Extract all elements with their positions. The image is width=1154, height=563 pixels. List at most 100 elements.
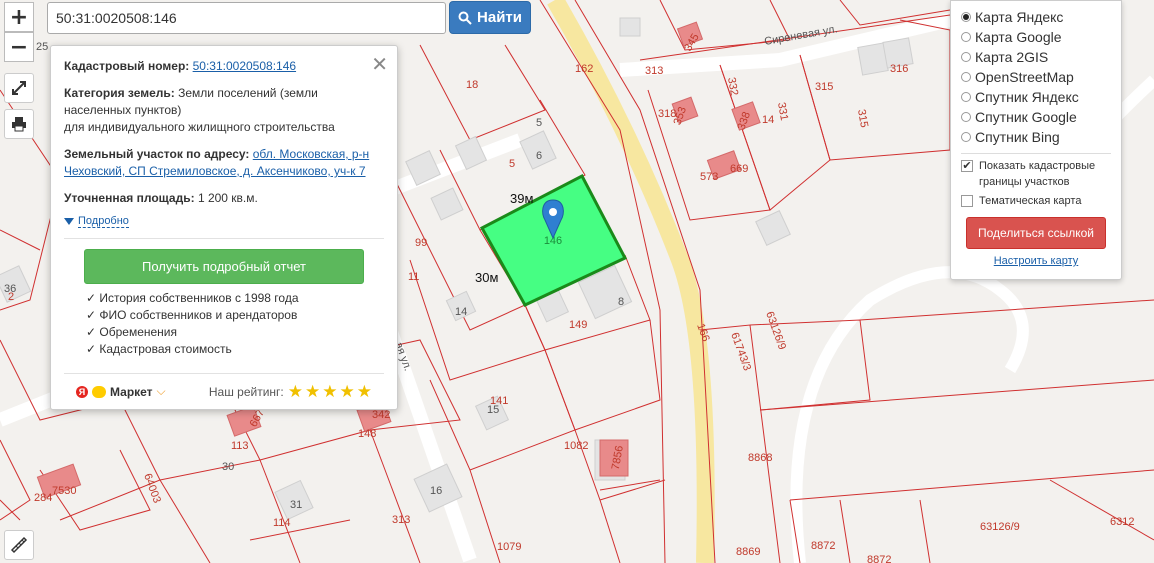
star-icon: ★: [356, 381, 372, 401]
layer-label: OpenStreetMap: [975, 69, 1074, 85]
radio-icon: [961, 132, 971, 142]
layer-label: Карта Google: [975, 29, 1062, 45]
svg-text:8872: 8872: [867, 554, 891, 563]
radio-icon: [961, 72, 971, 82]
search-button-label: Найти: [477, 9, 522, 26]
more-details-toggle[interactable]: Подробно: [64, 215, 384, 228]
svg-text:113: 113: [231, 440, 249, 452]
svg-text:5: 5: [509, 158, 515, 170]
layer-switcher: Карта Яндекс Карта Google Карта 2GIS Ope…: [950, 0, 1122, 280]
close-icon[interactable]: ✕: [371, 52, 388, 76]
fullscreen-button[interactable]: [4, 73, 34, 103]
rating: Наш рейтинг: ★ ★ ★ ★ ★: [208, 381, 372, 401]
area-label: Уточненная площадь:: [64, 191, 195, 205]
area-value: 1 200 кв.м.: [197, 191, 258, 205]
layer-option-bing-satellite[interactable]: Спутник Bing: [961, 127, 1111, 147]
radio-icon: [961, 52, 971, 62]
popup-footer: Я Маркет ⌵ Наш рейтинг: ★ ★ ★ ★ ★: [64, 373, 384, 409]
layer-label: Карта Яндекс: [975, 9, 1064, 25]
get-report-button[interactable]: Получить подробный отчет: [84, 249, 364, 284]
svg-text:6312: 6312: [1110, 516, 1134, 528]
svg-text:31: 31: [290, 499, 302, 511]
svg-text:18: 18: [466, 79, 478, 91]
category-use: для индивидуального жилищного строительс…: [64, 120, 335, 134]
search-input[interactable]: [47, 2, 446, 34]
svg-text:573: 573: [700, 171, 718, 183]
svg-text:8: 8: [618, 296, 624, 308]
category-label: Категория земель:: [64, 86, 175, 100]
layer-option-yandex-map[interactable]: Карта Яндекс: [961, 7, 1111, 27]
popup-divider: [64, 238, 384, 239]
svg-text:7530: 7530: [52, 485, 76, 497]
star-icon: ★: [287, 381, 303, 401]
layer-label: Спутник Google: [975, 109, 1077, 125]
svg-text:148: 148: [358, 428, 376, 440]
printer-icon: [12, 117, 26, 132]
cadastral-row: Кадастровый номер: 50:31:0020508:146: [64, 58, 384, 75]
feature-item: Обременения: [86, 324, 384, 341]
feature-item: ФИО собственников и арендаторов: [86, 307, 384, 324]
market-link[interactable]: Я Маркет ⌵: [76, 384, 166, 399]
rating-stars: ★ ★ ★ ★ ★: [287, 381, 372, 401]
svg-text:11: 11: [408, 271, 419, 283]
address-row: Земельный участок по адресу: обл. Москов…: [64, 146, 384, 180]
svg-text:16: 16: [430, 485, 442, 497]
feature-item: История собственников с 1998 года: [86, 290, 384, 307]
layer-option-osm[interactable]: OpenStreetMap: [961, 67, 1111, 87]
layer-label: Карта 2GIS: [975, 49, 1049, 65]
radio-icon: [961, 32, 971, 42]
search-button[interactable]: Найти: [449, 1, 531, 34]
svg-text:315: 315: [815, 81, 833, 93]
report-features-list: История собственников с 1998 года ФИО со…: [86, 290, 384, 358]
category-row: Категория земель: Земли поселений (земли…: [64, 85, 384, 136]
show-borders-checkbox[interactable]: ✔ Показать кадастровые границы участков: [961, 158, 1111, 190]
svg-text:8868: 8868: [748, 452, 772, 464]
ruler-button[interactable]: [4, 530, 34, 560]
svg-text:63126/9: 63126/9: [980, 521, 1020, 533]
checkbox-checked-icon: ✔: [961, 160, 973, 172]
zoom-out-button[interactable]: −: [4, 32, 34, 62]
svg-text:6: 6: [536, 150, 542, 162]
svg-text:30: 30: [222, 461, 234, 473]
radio-icon: [961, 92, 971, 102]
zoom-in-button[interactable]: +: [4, 2, 34, 32]
cadastral-label: Кадастровый номер:: [64, 59, 190, 73]
svg-text:5: 5: [536, 117, 542, 129]
svg-text:149: 149: [569, 319, 587, 331]
layer-option-yandex-satellite[interactable]: Спутник Яндекс: [961, 87, 1111, 107]
svg-text:14: 14: [455, 306, 467, 318]
svg-text:316: 316: [890, 63, 908, 75]
share-link-button[interactable]: Поделиться ссылкой: [966, 217, 1106, 249]
svg-text:342: 342: [372, 409, 390, 421]
svg-text:8869: 8869: [736, 546, 760, 558]
thematic-map-checkbox[interactable]: Тематическая карта: [961, 193, 1111, 209]
svg-text:25: 25: [36, 41, 48, 53]
address-label: Земельный участок по адресу:: [64, 147, 250, 161]
cadastral-number-link[interactable]: 50:31:0020508:146: [193, 59, 296, 73]
yandex-logo-icon: Я: [76, 385, 88, 398]
ruler-icon: [10, 536, 28, 554]
svg-text:284: 284: [34, 492, 52, 504]
radio-icon: [961, 12, 971, 22]
star-icon: ★: [339, 381, 355, 401]
layer-option-google-satellite[interactable]: Спутник Google: [961, 107, 1111, 127]
layer-option-google-map[interactable]: Карта Google: [961, 27, 1111, 47]
plot-info-popup: ✕ Кадастровый номер: 50:31:0020508:146 К…: [50, 45, 398, 410]
show-borders-label: Показать кадастровые границы участков: [979, 160, 1096, 188]
caret-down-icon: [64, 217, 74, 225]
market-logo-icon: [92, 385, 106, 398]
print-button[interactable]: [4, 109, 34, 139]
svg-text:313: 313: [392, 514, 410, 526]
map-settings-link[interactable]: Настроить карту: [961, 255, 1111, 267]
svg-text:162: 162: [575, 63, 593, 75]
feature-item: Кадастровая стоимость: [86, 341, 384, 358]
layer-label: Спутник Bing: [975, 129, 1060, 145]
svg-text:1079: 1079: [497, 541, 521, 553]
svg-text:2: 2: [8, 291, 14, 303]
svg-text:313: 313: [645, 65, 663, 77]
chevron-down-icon: ⌵: [156, 384, 166, 398]
svg-text:114: 114: [273, 517, 291, 529]
rating-label: Наш рейтинг:: [208, 384, 284, 399]
layer-option-2gis-map[interactable]: Карта 2GIS: [961, 47, 1111, 67]
expand-icon: [12, 81, 26, 95]
